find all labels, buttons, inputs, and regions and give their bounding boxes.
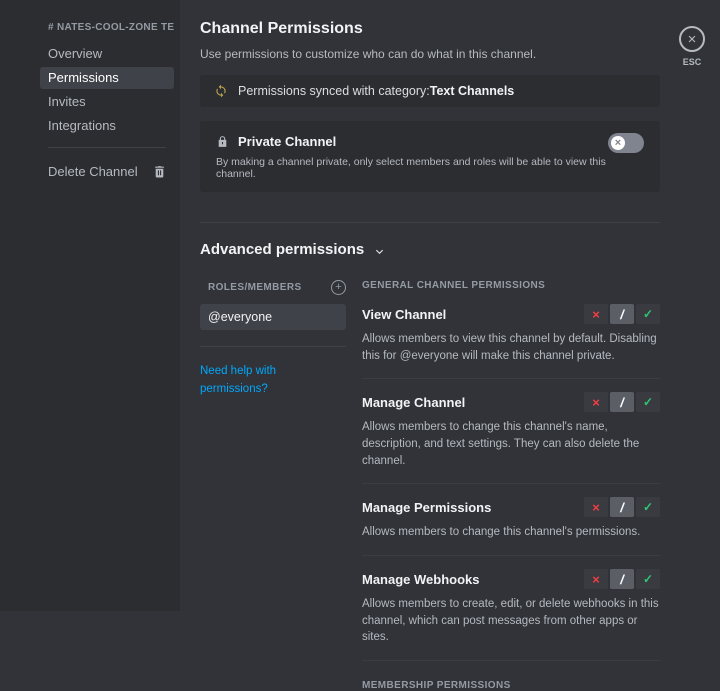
sidebar-item-permissions[interactable]: Permissions <box>40 67 174 89</box>
advanced-permissions-title: Advanced permissions <box>200 241 364 258</box>
x-icon: × <box>592 396 600 409</box>
allow-button[interactable]: ✓ <box>636 304 660 324</box>
sync-banner-text: Permissions synced with category: <box>238 84 430 98</box>
permission-row-manage-webhooks: Manage Webhooks × / ✓ Allows members to … <box>362 569 660 661</box>
permission-name: Manage Permissions <box>362 500 491 515</box>
esc-label: ESC <box>683 57 702 67</box>
passthrough-button[interactable]: / <box>610 497 634 517</box>
passthrough-button[interactable]: / <box>610 569 634 589</box>
sync-icon <box>214 84 228 98</box>
private-channel-title: Private Channel <box>238 134 336 149</box>
close-icon: × <box>688 32 697 47</box>
permission-row-manage-permissions: Manage Permissions × / ✓ Allows members … <box>362 497 660 556</box>
channel-permissions-panel: Channel Permissions Use permissions to c… <box>180 0 720 611</box>
slash-icon: / <box>620 308 624 321</box>
permissions-help-link[interactable]: Need help with permissions? <box>200 365 276 395</box>
roles-divider <box>200 346 346 347</box>
permission-description: Allows members to create, edit, or delet… <box>362 596 660 646</box>
permission-description: Allows members to change this channel's … <box>362 524 660 541</box>
lock-icon <box>216 135 229 148</box>
check-icon: ✓ <box>643 308 653 320</box>
check-icon: ✓ <box>643 573 653 585</box>
role-item-everyone[interactable]: @everyone <box>200 304 346 330</box>
advanced-permissions-header[interactable]: Advanced permissions <box>200 241 660 258</box>
permission-row-view-channel: View Channel × / ✓ Allows members to vie… <box>362 304 660 379</box>
permission-row-manage-channel: Manage Channel × / ✓ Allows members to c… <box>362 392 660 484</box>
permission-description: Allows members to view this channel by d… <box>362 331 660 364</box>
row-divider <box>362 660 660 661</box>
row-divider <box>362 378 660 379</box>
roles-members-header: ROLES/MEMBERS <box>208 282 302 293</box>
delete-channel-label: Delete Channel <box>48 164 138 179</box>
check-icon: ✓ <box>643 501 653 513</box>
x-icon: × <box>592 308 600 321</box>
allow-button[interactable]: ✓ <box>636 569 660 589</box>
row-divider <box>362 483 660 484</box>
permission-name: View Channel <box>362 307 446 322</box>
permission-description: Allows members to change this channel's … <box>362 419 660 469</box>
allow-button[interactable]: ✓ <box>636 392 660 412</box>
slash-icon: / <box>620 396 624 409</box>
sidebar-item-delete-channel[interactable]: Delete Channel <box>40 160 174 183</box>
passthrough-button[interactable]: / <box>610 304 634 324</box>
x-icon: × <box>592 501 600 514</box>
sidebar-item-integrations[interactable]: Integrations <box>40 115 174 137</box>
general-permissions-header: GENERAL CHANNEL PERMISSIONS <box>362 280 660 291</box>
page-title: Channel Permissions <box>200 20 660 38</box>
deny-button[interactable]: × <box>584 392 608 412</box>
permissions-column: GENERAL CHANNEL PERMISSIONS View Channel… <box>362 280 660 691</box>
passthrough-button[interactable]: / <box>610 392 634 412</box>
deny-button[interactable]: × <box>584 304 608 324</box>
add-role-button[interactable]: + <box>331 280 346 295</box>
page-subtitle: Use permissions to customize who can do … <box>200 47 660 61</box>
sidebar-item-overview[interactable]: Overview <box>40 43 174 65</box>
permission-name: Manage Webhooks <box>362 572 480 587</box>
sync-banner-category: Text Channels <box>430 84 515 98</box>
x-icon: × <box>592 573 600 586</box>
roles-members-column: ROLES/MEMBERS + @everyone Need help with… <box>200 280 346 691</box>
allow-button[interactable]: ✓ <box>636 497 660 517</box>
membership-permissions-header: MEMBERSHIP PERMISSIONS <box>362 680 660 691</box>
private-channel-toggle[interactable]: × <box>608 133 644 153</box>
sidebar-divider <box>48 147 166 148</box>
settings-sidebar: # NATES-COOL-ZONE TEXT CH. Overview Perm… <box>0 0 180 611</box>
deny-button[interactable]: × <box>584 497 608 517</box>
close-settings-button[interactable]: × ESC <box>674 26 710 67</box>
private-channel-card: Private Channel × By making a channel pr… <box>200 121 660 192</box>
toggle-off-icon: × <box>611 136 625 150</box>
private-channel-description: By making a channel private, only select… <box>216 156 644 180</box>
channel-name-header: # NATES-COOL-ZONE TEXT CH. <box>40 22 174 33</box>
chevron-down-icon <box>374 246 385 257</box>
trash-icon <box>153 165 166 178</box>
row-divider <box>362 555 660 556</box>
slash-icon: / <box>620 573 624 586</box>
plus-icon: + <box>335 282 341 293</box>
sidebar-item-invites[interactable]: Invites <box>40 91 174 113</box>
permissions-synced-banner: Permissions synced with category: Text C… <box>200 75 660 107</box>
section-divider <box>200 222 660 223</box>
deny-button[interactable]: × <box>584 569 608 589</box>
check-icon: ✓ <box>643 396 653 408</box>
permission-name: Manage Channel <box>362 395 465 410</box>
slash-icon: / <box>620 501 624 514</box>
